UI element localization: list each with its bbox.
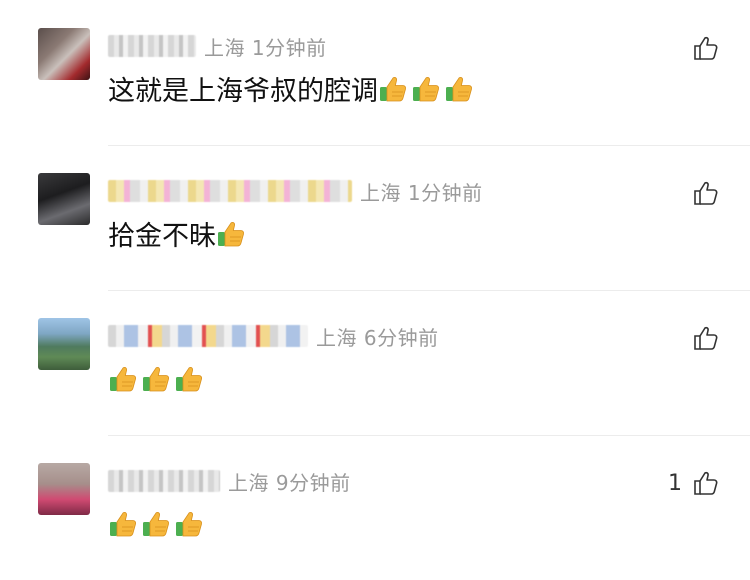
avatar[interactable] [38, 463, 90, 515]
thumbs-up-emoji-icon [446, 77, 473, 102]
thumbs-up-emoji-icon [176, 367, 203, 392]
comment-meta: 上海 1分钟前 [108, 30, 327, 62]
like-button[interactable] [682, 34, 720, 62]
avatar[interactable] [38, 28, 90, 80]
comment-item: 上海 1分钟前 拾金不昧 [0, 145, 750, 290]
like-button[interactable] [682, 324, 720, 352]
comment-list: 上海 1分钟前 这就是上海爷叔的腔调 上海 1分钟前 拾金不昧 上海 6分钟前 … [0, 0, 750, 572]
comment-meta: 上海 1分钟前 [108, 175, 483, 207]
thumbs-up-emoji-icon [413, 77, 440, 102]
comment-text [108, 362, 207, 402]
thumbs-up-outline-icon [694, 181, 718, 205]
comment-item: 上海 9分钟前 1 [0, 435, 750, 580]
comment-item: 上海 6分钟前 [0, 290, 750, 435]
thumbs-up-outline-icon [694, 471, 718, 495]
comment-meta: 上海 6分钟前 [108, 320, 439, 352]
thumbs-up-emoji-icon [380, 77, 407, 102]
username-blurred[interactable] [108, 325, 308, 347]
like-count: 1 [668, 470, 682, 496]
comment-text: 拾金不昧 [108, 217, 249, 257]
thumbs-up-emoji-icon [143, 367, 170, 392]
thumbs-up-emoji-icon [176, 512, 203, 537]
username-blurred[interactable] [108, 35, 196, 57]
thumbs-up-emoji-icon [110, 512, 137, 537]
thumbs-up-outline-icon [694, 326, 718, 350]
comment-item: 上海 1分钟前 这就是上海爷叔的腔调 [0, 0, 750, 145]
thumbs-up-outline-icon [694, 36, 718, 60]
thumbs-up-emoji-icon [110, 367, 137, 392]
comment-time: 上海 1分钟前 [360, 180, 483, 205]
comment-time: 上海 6分钟前 [316, 325, 439, 350]
comment-time: 上海 1分钟前 [204, 35, 327, 60]
comment-text-body: 这就是上海爷叔的腔调 [108, 76, 378, 107]
thumbs-up-emoji-icon [143, 512, 170, 537]
username-blurred[interactable] [108, 470, 220, 492]
thumbs-up-emoji-icon [218, 222, 245, 247]
like-button[interactable] [682, 179, 720, 207]
comment-text: 这就是上海爷叔的腔调 [108, 72, 477, 112]
comment-time: 上海 9分钟前 [228, 470, 351, 495]
like-button[interactable]: 1 [668, 469, 720, 497]
username-blurred[interactable] [108, 180, 352, 202]
comment-text [108, 507, 207, 547]
comment-meta: 上海 9分钟前 [108, 465, 351, 497]
avatar[interactable] [38, 318, 90, 370]
comment-text-body: 拾金不昧 [108, 221, 216, 252]
avatar[interactable] [38, 173, 90, 225]
